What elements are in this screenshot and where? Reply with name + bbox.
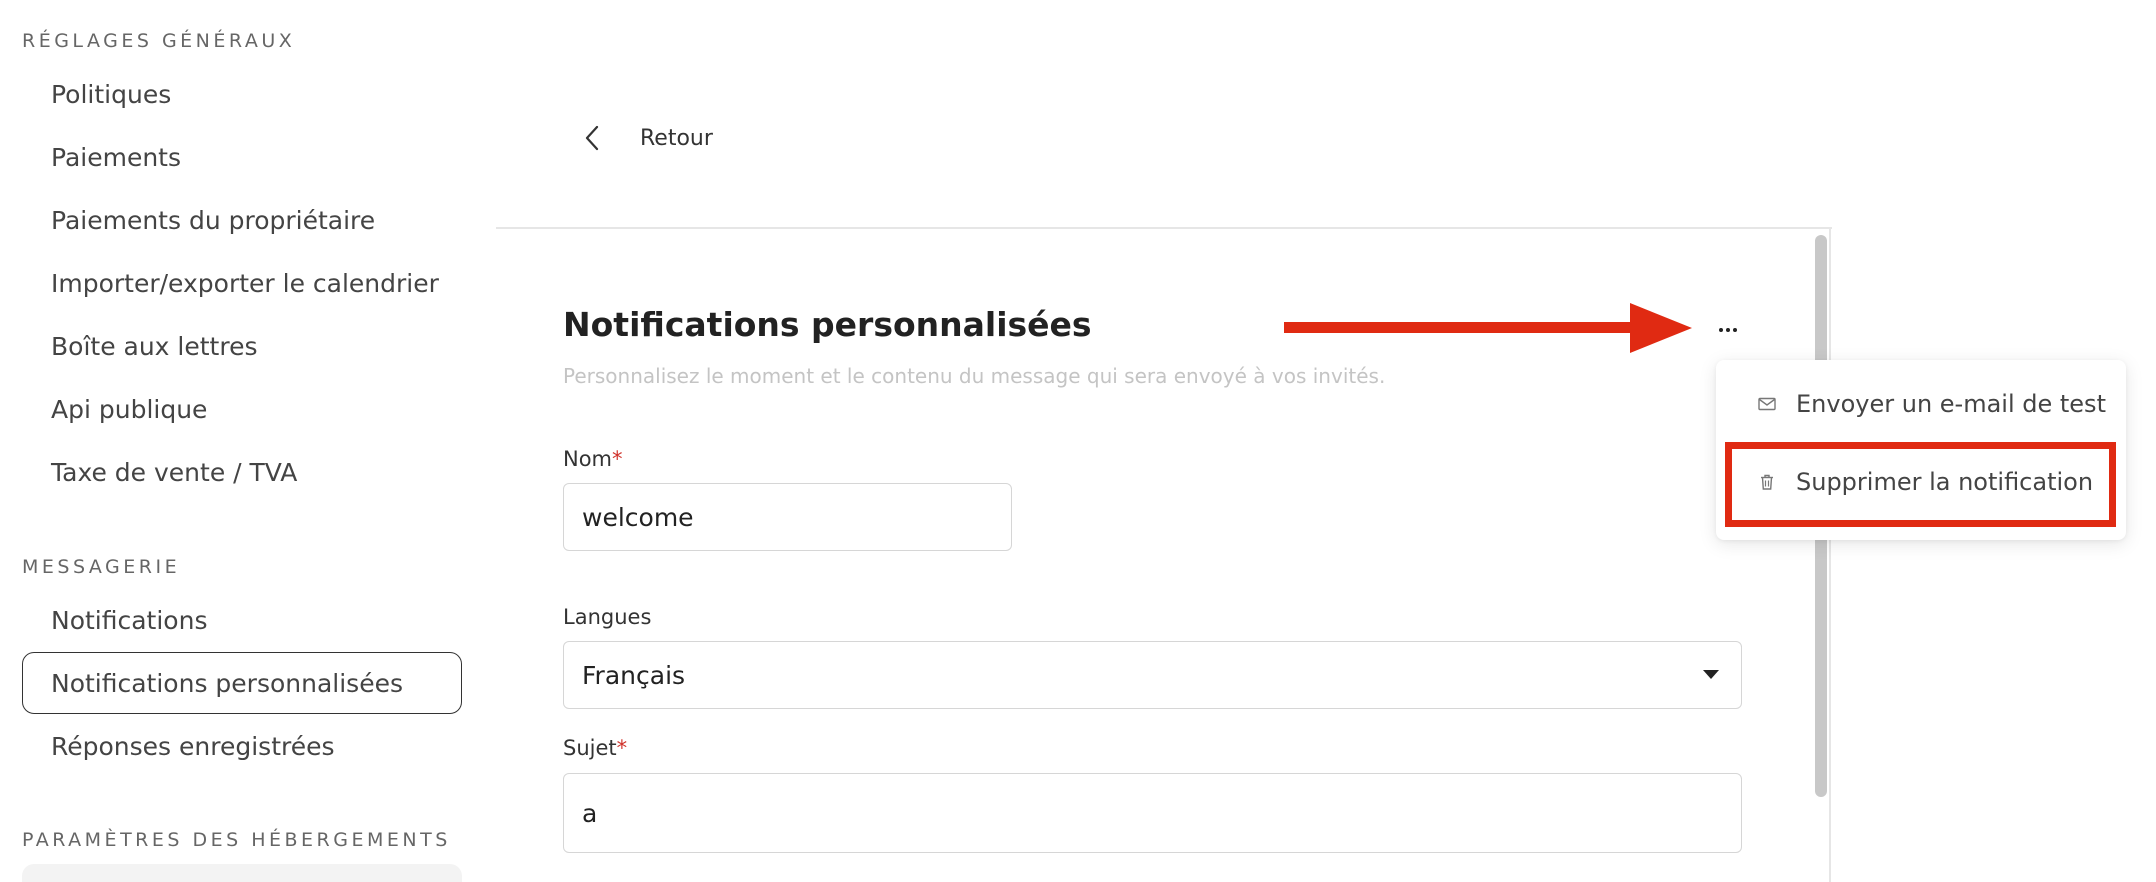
sidebar-item-reponses-enregistrees[interactable]: Réponses enregistrées	[22, 715, 462, 777]
sidebar-item-paiements[interactable]: Paiements	[22, 126, 462, 188]
required-mark: *	[616, 736, 628, 760]
more-horizontal-icon	[1719, 328, 1723, 332]
sidebar-item-api-publique[interactable]: Api publique	[22, 378, 462, 440]
back-link[interactable]: Retour	[580, 118, 713, 158]
name-label: Nom*	[563, 447, 623, 471]
settings-page: RÉGLAGES GÉNÉRAUX Politiques Paiements P…	[0, 0, 2156, 882]
more-options-button[interactable]	[1706, 312, 1750, 348]
sidebar-item-politiques[interactable]: Politiques	[22, 63, 462, 125]
subject-label: Sujet*	[563, 736, 628, 760]
annotation-highlight-box	[1725, 442, 2116, 527]
sidebar-section-title-messagerie: MESSAGERIE	[22, 556, 181, 578]
sidebar-item-notifications-personnalisees[interactable]: Notifications personnalisées	[22, 652, 462, 714]
sidebar-item-notifications[interactable]: Notifications	[22, 589, 462, 651]
caret-down-icon	[1703, 670, 1719, 679]
menu-item-label: Envoyer un e-mail de test	[1796, 390, 2106, 418]
annotation-arrow	[1284, 303, 1692, 353]
sidebar-item-taxe-tva[interactable]: Taxe de vente / TVA	[22, 441, 462, 503]
sidebar-section-title-hebergements: PARAMÈTRES DES HÉBERGEMENTS	[22, 829, 451, 851]
chevron-left-icon	[585, 125, 599, 151]
menu-item-send-test-email[interactable]: Envoyer un e-mail de test	[1716, 368, 2126, 440]
settings-sidebar: RÉGLAGES GÉNÉRAUX Politiques Paiements P…	[0, 0, 480, 882]
sidebar-item-partial[interactable]	[22, 864, 462, 882]
mail-icon	[1758, 397, 1776, 411]
back-label: Retour	[640, 125, 713, 151]
name-input[interactable]: welcome	[563, 483, 1012, 551]
sidebar-item-paiements-proprietaire[interactable]: Paiements du propriétaire	[22, 189, 462, 251]
subject-input[interactable]: a	[563, 773, 1742, 853]
page-title: Notifications personnalisées	[563, 305, 1092, 344]
panel-divider	[496, 227, 1832, 229]
sidebar-item-import-export-calendrier[interactable]: Importer/exporter le calendrier	[22, 252, 462, 314]
sidebar-section-title-general: RÉGLAGES GÉNÉRAUX	[22, 30, 296, 52]
language-select-value: Français	[582, 660, 686, 690]
sidebar-item-boite-aux-lettres[interactable]: Boîte aux lettres	[22, 315, 462, 377]
language-label: Langues	[563, 605, 652, 629]
required-mark: *	[612, 447, 623, 471]
panel-border	[1829, 227, 1831, 882]
page-description: Personnalisez le moment et le contenu du…	[563, 364, 1386, 388]
language-select[interactable]: Français	[563, 641, 1742, 709]
